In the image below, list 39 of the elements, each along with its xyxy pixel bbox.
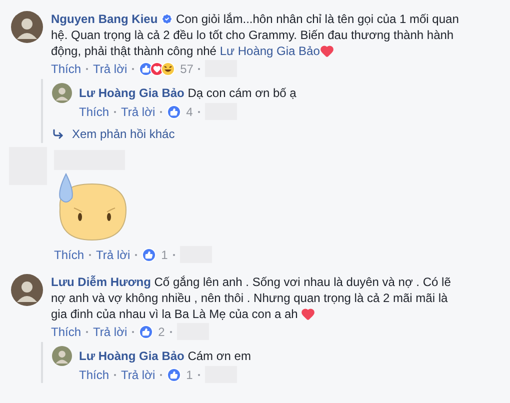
heart-icon (301, 307, 316, 321)
reply-link[interactable]: Trả lời (96, 246, 130, 262)
reaction-count[interactable]: 4 (186, 104, 193, 120)
author-name[interactable]: Lư Hoàng Gia Bảo (79, 86, 184, 100)
reply-text: Lư Hoàng Gia Bảo Cám ơn em (79, 348, 251, 364)
reply-link[interactable]: Trả lời (121, 366, 156, 382)
like-link[interactable]: Thích (79, 104, 110, 120)
like-reaction-icon (139, 324, 154, 338)
like-link[interactable]: Thích (54, 246, 84, 262)
reaction-count[interactable]: 2 (158, 324, 165, 340)
mention-link[interactable]: Lư Hoàng Gia Bảo (220, 44, 320, 58)
reply-link[interactable]: Trả lời (93, 60, 128, 76)
comment-text: Nguyen Bang Kieu Con giỏi lắm...hôn nhân chỉ là tên gọi của 1 mối quan hệ. Quan trọng là cả 2 đều lo tốt cho Grammy. Biến đau thương thành hành động, phải thật thành công nhé Lư Hoàng Gia Bảo (51, 11, 460, 59)
like-link[interactable]: Thích (79, 366, 110, 382)
reaction-count[interactable]: 1 (161, 246, 168, 262)
reply-text: Lư Hoàng Gia Bảo Dạ con cám ơn bố ạ (79, 85, 296, 101)
reply-link[interactable]: Trả lời (121, 104, 156, 120)
like-link[interactable]: Thích (51, 60, 82, 76)
reaction-count[interactable]: 57 (180, 60, 194, 76)
author-name[interactable]: Nguyen Bang Kieu (51, 12, 158, 26)
reaction-count[interactable]: 1 (186, 366, 193, 382)
heart-icon (320, 44, 334, 58)
reply-link[interactable]: Trả lời (93, 324, 128, 340)
author-name[interactable]: Lư Hoàng Gia Bảo (79, 349, 184, 363)
verified-badge-icon (161, 13, 174, 25)
author-name[interactable]: Lưu Diễm Hương (51, 275, 151, 289)
avatar[interactable] (11, 274, 43, 306)
like-reaction-icon (167, 104, 182, 118)
comment-text: Lưu Diễm Hương Cố gắng lên anh . Sống vơi nhau là duyên và nợ . Có lẽ nợ anh và vợ không nhiều , nên thôi . Nhưng quan trọng là cả 2 mãi mãi là gia đinh của nhau vì la Ba Là Mẹ của con a ah (51, 274, 452, 322)
avatar[interactable] (52, 83, 72, 103)
avatar[interactable] (52, 346, 72, 366)
like-reaction-icon (167, 368, 182, 382)
like-reaction-icon (139, 62, 154, 76)
like-reaction-icon (142, 248, 156, 262)
reply-arrow-icon (52, 128, 64, 140)
like-link[interactable]: Thích (51, 324, 82, 340)
more-replies-link[interactable]: Xem phản hồi khác (52, 120, 465, 143)
avatar[interactable] (11, 11, 43, 43)
laughing-face-icon (161, 62, 176, 76)
